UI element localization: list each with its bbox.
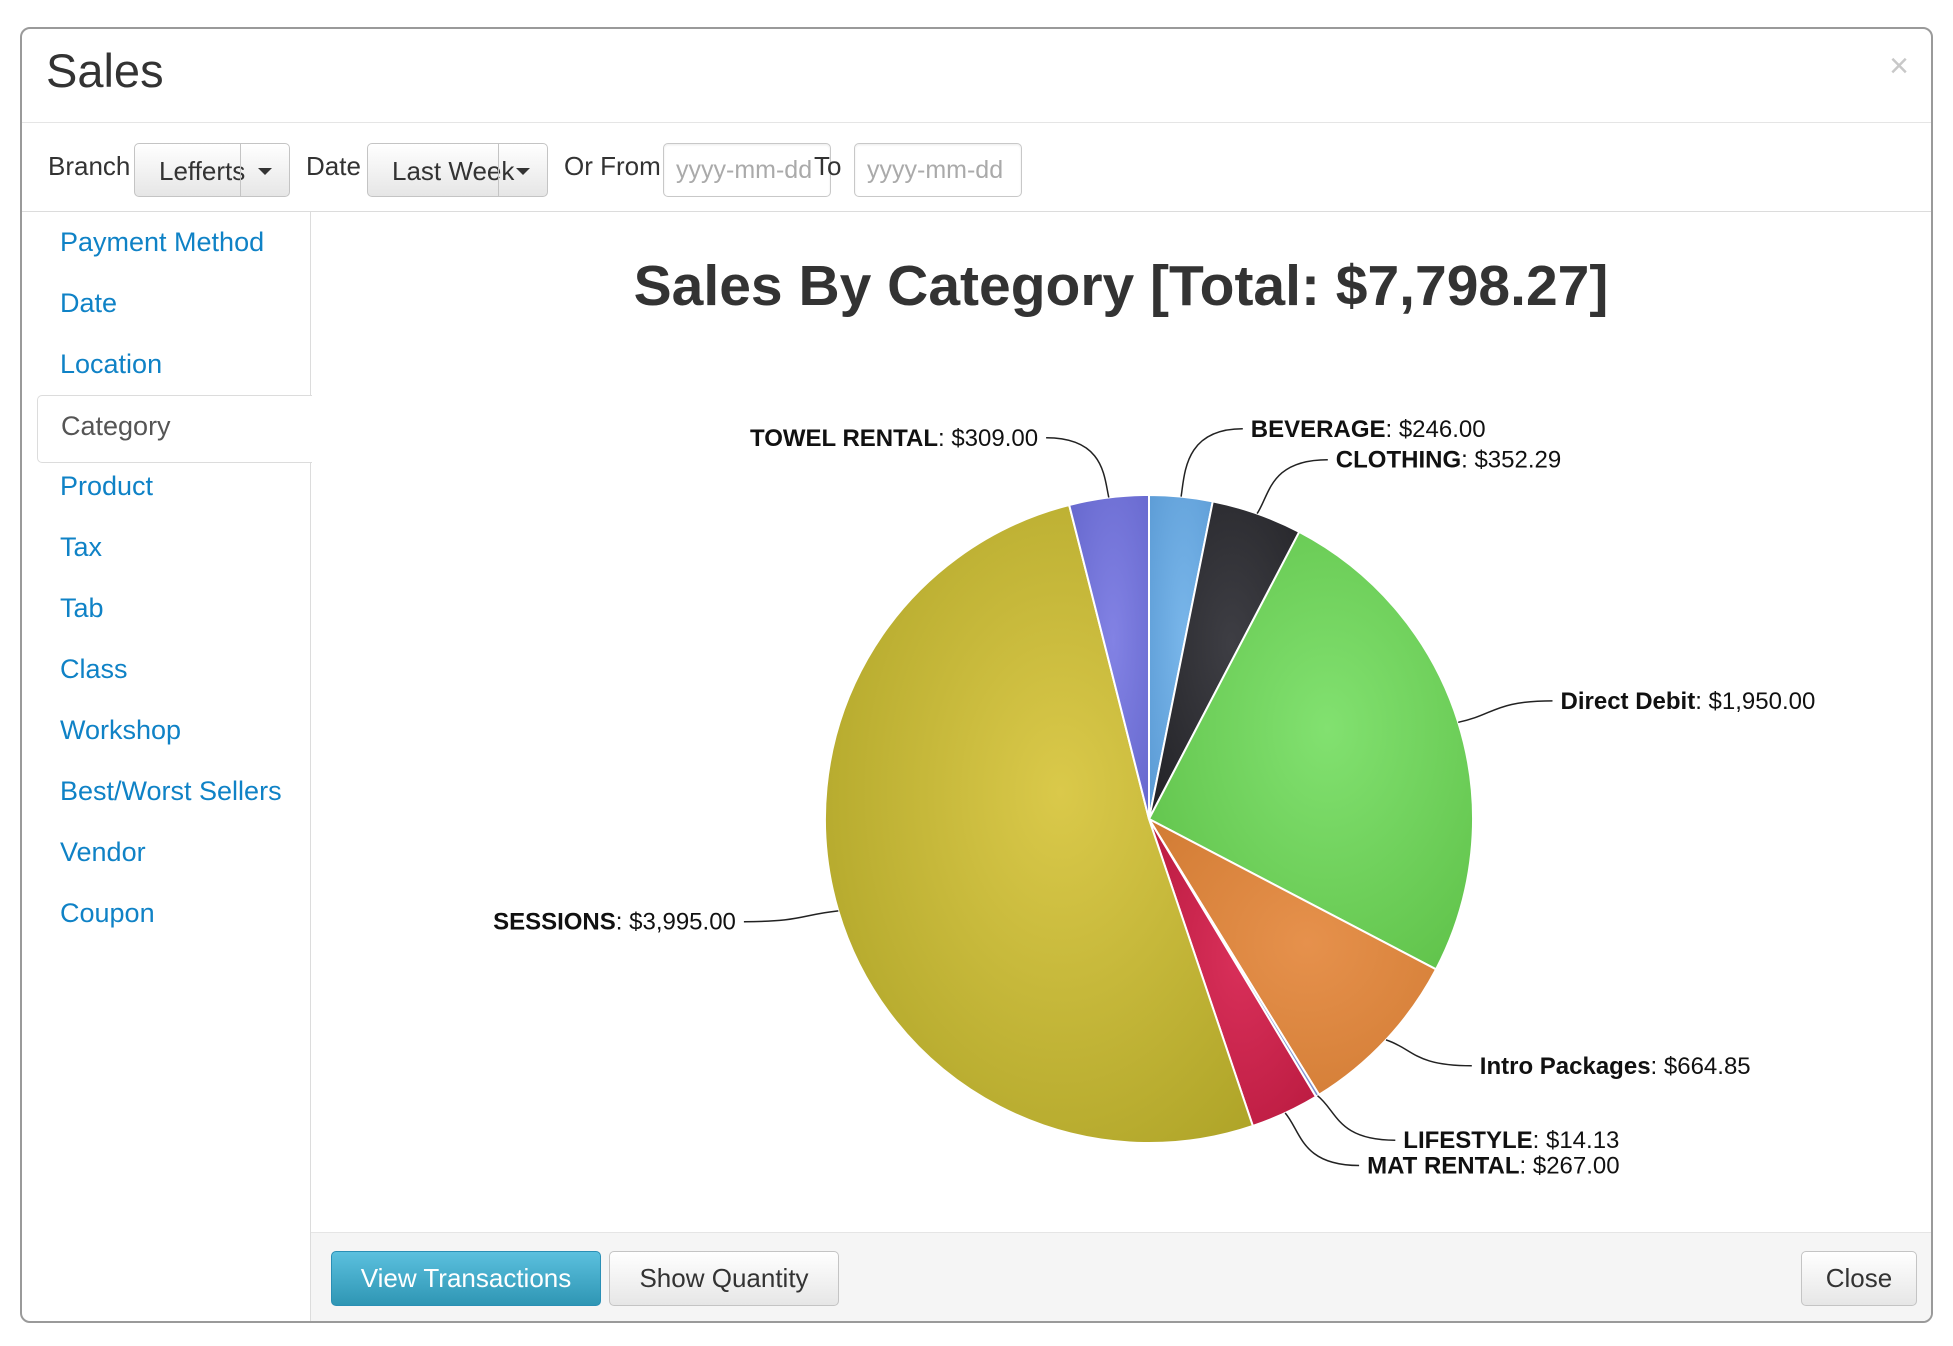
close-icon[interactable]: × [1889, 49, 1909, 83]
show-quantity-button[interactable]: Show Quantity [609, 1251, 839, 1306]
pie-label-clothing: CLOTHING: $352.29 [1336, 447, 1561, 474]
modal-footer: View Transactions Show Quantity Close [311, 1232, 1931, 1321]
chevron-down-icon[interactable] [240, 144, 289, 196]
pie-label-value: : $246.00 [1386, 416, 1486, 443]
sidebar-item-tab[interactable]: Tab [37, 578, 309, 646]
pie-label-towel-rental: TOWEL RENTAL: $309.00 [750, 425, 1038, 452]
pie-chart: Sales By Category [Total: $7,798.27] BEV… [493, 254, 1816, 1180]
pie-label-name: MAT RENTAL [1367, 1153, 1519, 1180]
date-select[interactable]: Last Week [367, 143, 548, 197]
pie-label-name: BEVERAGE [1251, 416, 1386, 443]
pie-connector-towel-rental [1046, 437, 1110, 498]
to-label: To [814, 151, 842, 181]
from-date-input[interactable] [663, 143, 831, 197]
sidebar-item-product[interactable]: Product [37, 456, 309, 524]
pie-label-value: : $14.13 [1533, 1127, 1620, 1154]
pie-label-lifestyle: LIFESTYLE: $14.13 [1403, 1127, 1619, 1154]
pie-connector-clothing [1256, 458, 1328, 515]
pie-label-name: Intro Packages [1480, 1053, 1651, 1080]
pie-label-name: SESSIONS [493, 909, 616, 936]
pie-label-mat-rental: MAT RENTAL: $267.00 [1367, 1153, 1620, 1180]
pie-label-name: TOWEL RENTAL [750, 425, 938, 452]
pie-label-value: : $1,950.00 [1695, 688, 1815, 715]
pie-label-name: CLOTHING [1336, 447, 1461, 474]
sidebar-item-best-worst-sellers[interactable]: Best/Worst Sellers [37, 761, 309, 829]
from-label: Or From [564, 151, 661, 181]
branch-select-value: Lefferts [159, 156, 246, 186]
pie-label-value: : $664.85 [1651, 1053, 1751, 1080]
pie-label-intro-packages: Intro Packages: $664.85 [1480, 1053, 1751, 1080]
close-button[interactable]: Close [1801, 1251, 1917, 1306]
modal-title: Sales [46, 44, 164, 97]
date-label: Date [306, 151, 361, 181]
date-select-value: Last Week [392, 156, 515, 186]
report-sidebar: Payment Method Date Location Category Pr… [22, 212, 312, 1321]
pie-label-value: : $309.00 [938, 425, 1038, 452]
pie-label-name: LIFESTYLE [1403, 1127, 1532, 1154]
pie-label-value: : $3,995.00 [616, 909, 736, 936]
filter-bar: Branch Lefferts Date Last Week Or From T… [22, 123, 1931, 212]
pie-connector-direct-debit [1458, 700, 1553, 724]
pie-connector-sessions [743, 910, 839, 923]
chevron-down-icon[interactable] [498, 144, 547, 196]
sidebar-item-date[interactable]: Date [37, 273, 309, 341]
sidebar-item-tax[interactable]: Tax [37, 517, 309, 585]
pie-connector-intro-packages [1385, 1039, 1472, 1067]
modal-header: Sales × [22, 29, 1931, 123]
sales-modal: Sales × Branch Lefferts Date Last Week O… [20, 27, 1933, 1323]
to-date-input[interactable] [854, 143, 1022, 197]
branch-label: Branch [48, 151, 131, 181]
view-transactions-button[interactable]: View Transactions [331, 1251, 601, 1306]
pie-label-sessions: SESSIONS: $3,995.00 [493, 909, 736, 936]
sidebar-item-workshop[interactable]: Workshop [37, 700, 309, 768]
sidebar-item-category[interactable]: Category [37, 395, 312, 463]
chart-title: Sales By Category [Total: $7,798.27] [634, 254, 1609, 318]
pie-connector-beverage [1180, 428, 1243, 497]
sidebar-item-class[interactable]: Class [37, 639, 309, 707]
sidebar-item-vendor[interactable]: Vendor [37, 822, 309, 890]
pie-label-beverage: BEVERAGE: $246.00 [1251, 416, 1486, 443]
sidebar-item-location[interactable]: Location [37, 334, 309, 402]
branch-select[interactable]: Lefferts [134, 143, 290, 197]
pie-label-value: : $352.29 [1461, 447, 1561, 474]
pie-connector-mat-rental [1284, 1112, 1360, 1167]
pie-label-direct-debit: Direct Debit: $1,950.00 [1561, 688, 1816, 715]
pie-label-name: Direct Debit [1561, 688, 1696, 715]
chart-area: Sales By Category [Total: $7,798.27] BEV… [311, 212, 1931, 1233]
pie-label-value: : $267.00 [1520, 1153, 1620, 1180]
pie-connector-lifestyle [1317, 1095, 1396, 1141]
sidebar-item-coupon[interactable]: Coupon [37, 883, 309, 951]
sidebar-item-payment-method[interactable]: Payment Method [37, 212, 309, 280]
